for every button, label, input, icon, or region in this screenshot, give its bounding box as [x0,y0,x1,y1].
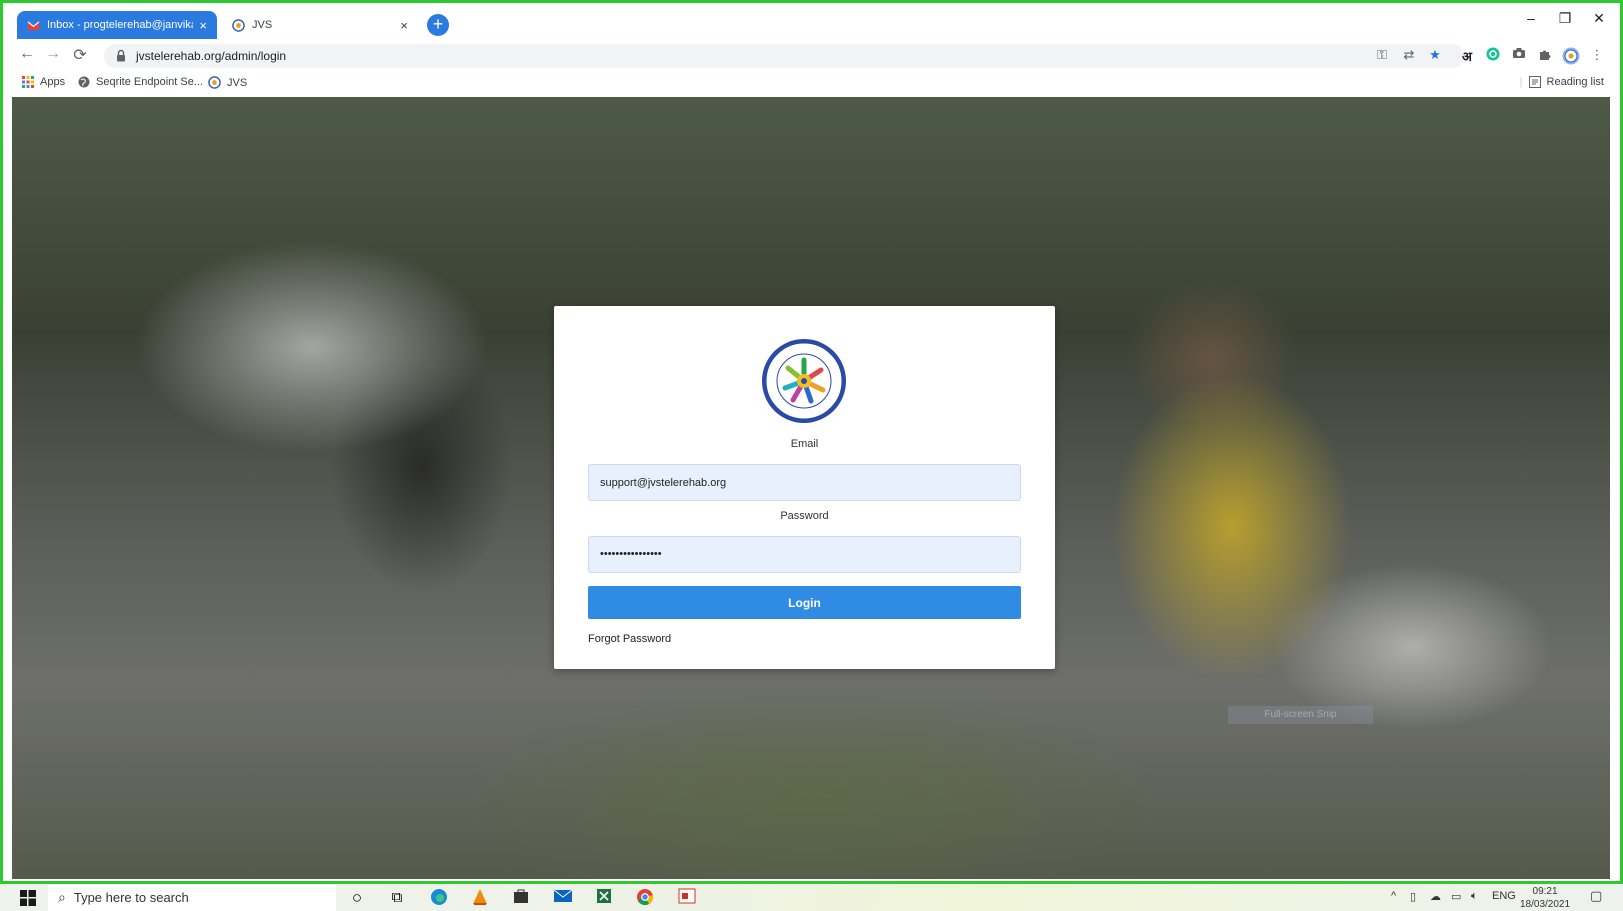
lock-icon [117,49,125,62]
profile-icon[interactable] [1562,47,1580,68]
grammarly-icon[interactable] [1484,47,1502,64]
bookmark-label: Apps [40,76,66,88]
jvs-logo-icon [232,18,245,32]
edge-icon[interactable] [428,888,450,908]
windows-start-icon[interactable] [20,890,36,906]
clock-date: 18/03/2021 [1520,899,1571,910]
clock-time: 09:21 [1532,886,1558,897]
key-icon[interactable]: ⚿ [1373,47,1391,63]
onedrive-icon[interactable]: ☁ [1430,890,1441,903]
jvs-logo [762,339,846,423]
close-icon[interactable]: × [400,18,408,33]
store-icon[interactable] [510,888,532,908]
menu-icon[interactable]: ⋮ [1588,47,1606,63]
email-label: Email [790,438,819,450]
bookmarks-bar: Apps Seqrite Endpoint Se... JVS | Readin… [12,72,1610,96]
battery-icon[interactable]: ▯ [1410,890,1416,903]
bookmark-seqrite[interactable]: Seqrite Endpoint Se... [78,76,203,88]
reading-list-button[interactable]: | Reading list [1520,76,1604,88]
translate-icon[interactable]: ⇄ [1400,47,1418,63]
camera-icon[interactable] [1510,47,1528,62]
reload-button[interactable]: ⟳ [69,45,91,65]
search-placeholder: Type here to search [73,890,189,905]
jvs-logo-icon [208,76,221,89]
password-label: Password [780,510,829,522]
tab-jvs[interactable]: JVS × [222,11,418,39]
url-text: jvstelerehab.org/admin/login [136,49,287,63]
forward-button[interactable]: → [42,45,64,63]
bookmark-label: Seqrite Endpoint Se... [96,76,204,88]
tab-label: JVS [252,19,273,31]
email-field[interactable] [588,464,1021,501]
cortana-icon[interactable]: ○ [346,888,368,908]
bookmark-label: JVS [227,76,248,89]
password-field[interactable]: •••••••••••••••• [588,536,1021,573]
snip-overlay: Full-screen Snip [1228,706,1373,724]
back-button[interactable]: ← [16,45,38,63]
bookmark-apps[interactable]: Apps [22,76,65,88]
extensions-icon[interactable] [1536,47,1554,64]
reading-list-icon [1528,76,1541,88]
notifications-icon[interactable]: ▢ [1590,888,1602,904]
minimize-button[interactable]: – [1518,10,1544,26]
tab-label: Inbox - progtelerehab@janvikas [47,19,194,31]
gmail-icon [27,20,40,30]
network-icon[interactable]: ▭ [1451,890,1461,903]
forgot-password-link[interactable]: Forgot Password [588,633,671,645]
close-icon[interactable]: × [199,18,207,33]
apps-grid-icon [22,76,34,88]
tab-strip: Inbox - progtelerehab@janvikas × JVS × +… [12,8,1610,42]
mail-icon[interactable] [552,888,574,908]
chrome-icon[interactable] [634,888,656,908]
show-hidden-icons-icon[interactable]: ^ [1391,890,1396,902]
bookmark-jvs[interactable]: JVS [208,76,247,89]
address-bar[interactable]: jvstelerehab.org/admin/login [104,44,1464,68]
hindi-input-icon[interactable]: अ [1458,47,1476,65]
excel-icon[interactable] [593,888,615,908]
login-button[interactable]: Login [588,586,1021,619]
search-icon: ⌕ [58,889,66,905]
close-window-button[interactable]: ✕ [1586,10,1612,27]
separator: | [1519,76,1523,88]
volume-icon[interactable]: 🔈︎ [1471,890,1478,903]
task-view-icon[interactable]: ⧉ [386,888,408,908]
clock[interactable]: 09:21 18/03/2021 [1520,885,1570,911]
address-bar-row: ← → ⟳ jvstelerehab.org/admin/login ⚿ ⇄ ★… [12,42,1610,72]
star-icon[interactable]: ★ [1426,47,1444,63]
new-tab-button[interactable]: + [427,14,449,36]
globe-icon [78,76,90,88]
taskbar-search-box[interactable]: ⌕ Type here to search [48,884,336,911]
restore-button[interactable]: ❐ [1552,10,1578,27]
language-indicator[interactable]: ENG [1492,890,1516,902]
vlc-icon[interactable] [469,888,491,908]
tab-gmail[interactable]: Inbox - progtelerehab@janvikas × [17,11,217,39]
taskbar: ⌕ Type here to search ○ ⧉ ^ ▯ ☁ ▭ 🔈︎ ENG… [0,884,1623,911]
pdf-icon[interactable] [676,888,698,908]
login-card: Email Password •••••••••••••••• Login Fo… [554,306,1055,669]
reading-list-label: Reading list [1546,76,1604,88]
